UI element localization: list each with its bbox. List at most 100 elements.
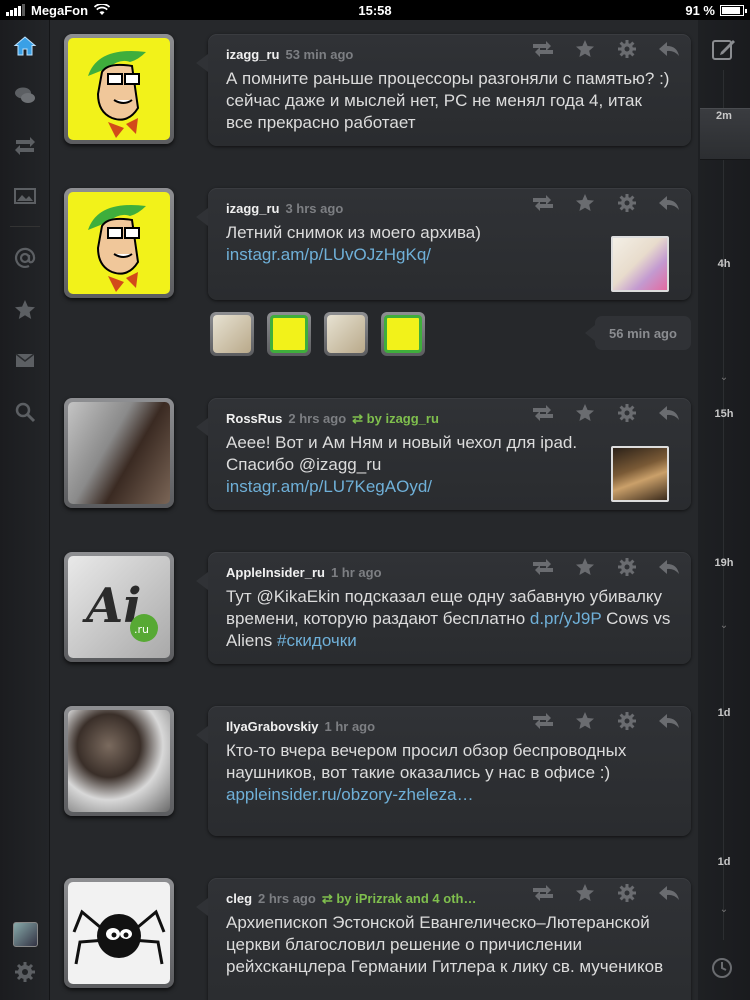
search-icon	[15, 402, 36, 423]
retweet-icon[interactable]	[531, 39, 555, 59]
mini-avatar[interactable]	[210, 312, 254, 356]
tweet-feed[interactable]: izagg_ru 53 min ago А помните раньше проц…	[50, 20, 698, 1000]
timeline-label: 2m	[716, 110, 732, 122]
reply-icon[interactable]	[657, 711, 681, 731]
reply-icon[interactable]	[657, 883, 681, 903]
battery-percent: 91 %	[685, 2, 715, 18]
tweet-text: Кто-то вчера вечером просил обзор беспро…	[226, 741, 627, 804]
tweet-mention[interactable]: @izagg_ru	[299, 455, 381, 474]
compose-icon[interactable]	[711, 36, 737, 62]
retweet-icon[interactable]	[531, 557, 555, 577]
tweet-time: 1 hr ago	[324, 719, 376, 734]
cartoon-avatar-image	[88, 205, 146, 292]
retweet-indicator: ⇄ by izagg_ru	[352, 411, 439, 426]
favorite-star-icon[interactable]	[573, 557, 597, 577]
mini-avatar[interactable]	[267, 312, 311, 356]
nav-favorites[interactable]	[0, 292, 50, 328]
cartoon-avatar-image	[88, 51, 146, 138]
timeline-track	[723, 70, 724, 940]
nav-retweets[interactable]	[0, 128, 50, 164]
nav-home[interactable]	[0, 28, 50, 64]
reply-icon[interactable]	[657, 403, 681, 423]
nav-settings[interactable]	[0, 954, 50, 990]
reply-icon[interactable]	[657, 193, 681, 213]
retweet-icon[interactable]	[531, 883, 555, 903]
tweet-text: А помните раньше процессоры разгоняли с …	[226, 69, 670, 132]
tweet-time: 2 hrs ago	[258, 891, 316, 906]
tweet-time: 3 hrs ago	[285, 201, 344, 216]
retweet-indicator: ⇄ by iPrizrak and 4 oth…	[321, 891, 477, 906]
gear-icon[interactable]	[615, 557, 639, 577]
photo-thumbnail[interactable]	[611, 236, 669, 292]
tweet-actions	[531, 711, 681, 731]
retweet-icon[interactable]	[531, 711, 555, 731]
tweet-actions	[531, 193, 681, 213]
timeline-label: 4h	[717, 258, 731, 270]
tweet-link[interactable]: instagr.am/p/LUvOJzHgKq/	[226, 245, 431, 264]
collapsed-avatars[interactable]	[210, 312, 425, 356]
gear-icon[interactable]	[615, 711, 639, 731]
mentions-icon	[14, 247, 36, 268]
nav-search[interactable]	[0, 394, 50, 430]
nav-mentions[interactable]	[0, 240, 50, 276]
avatar[interactable]: Ai .ru	[64, 552, 174, 662]
favorite-star-icon[interactable]	[573, 883, 597, 903]
spider-avatar-image	[72, 909, 166, 965]
reply-icon[interactable]	[657, 557, 681, 577]
tweet-username[interactable]: IlyaGrabovskiy	[226, 719, 319, 734]
gear-icon[interactable]	[615, 39, 639, 59]
nav-photos[interactable]	[0, 178, 50, 214]
signal-strength-icon	[6, 4, 25, 16]
avatar[interactable]	[64, 706, 174, 816]
tweet-time: 2 hrs ago	[288, 411, 347, 426]
tweet-time: 53 min ago	[285, 47, 354, 62]
favorite-star-icon[interactable]	[573, 193, 597, 213]
sidebar-divider	[10, 226, 40, 227]
tweet-bubble[interactable]: AppleInsider_ru 1 hr ago Тут @KikaEkin по…	[196, 552, 691, 664]
tweet-bubble[interactable]: RossRus 2 hrs ago ⇄ by izagg_ru Аеее! Вот …	[196, 398, 691, 510]
status-bar: MegaFon 15:58 91 %	[0, 0, 750, 20]
retweet-icon[interactable]	[531, 403, 555, 423]
tweet-time: 1 hr ago	[330, 565, 382, 580]
avatar[interactable]	[64, 188, 174, 298]
wifi-icon	[94, 4, 111, 15]
tweet-bubble[interactable]: izagg_ru 53 min ago А помните раньше проц…	[196, 34, 691, 146]
tweet-bubble[interactable]: cleg 2 hrs ago ⇄ by iPrizrak and 4 oth… Ар…	[196, 878, 691, 1000]
nav-messages[interactable]	[0, 342, 50, 378]
nav-conversations[interactable]	[0, 78, 50, 114]
mini-avatar[interactable]	[381, 312, 425, 356]
tweet-link[interactable]: d.pr/yJ9P	[530, 609, 602, 628]
tweet-username[interactable]: RossRus	[226, 411, 282, 426]
tweet-link[interactable]: appleinsider.ru/obzory-zheleza…	[226, 785, 474, 804]
chevron-down-icon: ⌄	[719, 904, 729, 915]
gear-icon[interactable]	[615, 193, 639, 213]
gear-icon[interactable]	[615, 403, 639, 423]
reply-icon[interactable]	[657, 39, 681, 59]
avatar[interactable]	[64, 34, 174, 144]
tweet-mention[interactable]: @KikaEkin	[256, 587, 339, 606]
retweet-icon[interactable]	[531, 193, 555, 213]
avatar[interactable]	[64, 878, 174, 988]
tweet-bubble[interactable]: izagg_ru 3 hrs ago Летний снимок из моего…	[196, 188, 691, 300]
tweet-bubble[interactable]: IlyaGrabovskiy 1 hr ago Кто-то вчера вече…	[196, 706, 691, 836]
favorite-star-icon[interactable]	[573, 711, 597, 731]
photo-thumbnail[interactable]	[611, 446, 669, 502]
favorite-star-icon[interactable]	[573, 39, 597, 59]
tweet-username[interactable]: cleg	[226, 891, 252, 906]
timeline-label: 1d	[717, 707, 731, 719]
account-avatar[interactable]	[13, 922, 38, 947]
tweet-username[interactable]: AppleInsider_ru	[226, 565, 325, 580]
avatar[interactable]	[64, 398, 174, 508]
tweet-username[interactable]: izagg_ru	[226, 201, 279, 216]
tweet-username[interactable]: izagg_ru	[226, 47, 279, 62]
gear-icon[interactable]	[615, 883, 639, 903]
tweet-link[interactable]: instagr.am/p/LU7KegAOyd/	[226, 477, 432, 496]
time-scrubber[interactable]: 2m 4h ⌄ 15h 19h ⌄ 1d 1d ⌄	[698, 20, 750, 1000]
load-gap-button[interactable]: 56 min ago	[585, 316, 691, 350]
timeline-label: 1d	[717, 856, 731, 868]
tweet-hashtag[interactable]: #скидочки	[277, 631, 357, 650]
clock-icon[interactable]	[710, 956, 734, 980]
mini-avatar[interactable]	[324, 312, 368, 356]
messages-icon	[15, 353, 35, 367]
favorite-star-icon[interactable]	[573, 403, 597, 423]
